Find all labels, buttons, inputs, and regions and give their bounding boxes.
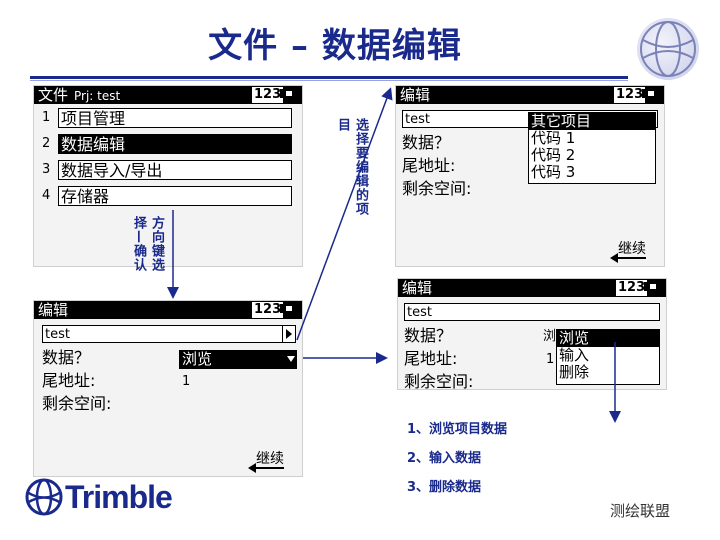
annotation-direction-keys: 方向键选	[149, 216, 164, 272]
annotation-confirm: 择—确认	[131, 216, 146, 272]
note-browse: 1、浏览项目数据	[407, 422, 508, 437]
note-input: 2、输入数据	[407, 451, 482, 466]
annotation-select-item: 选择要编辑的项	[353, 118, 368, 216]
trimble-logo-text: Trimble	[65, 479, 173, 515]
annotation-select-item-tail: 目	[335, 118, 350, 132]
watermark-text: 测绘联盟	[610, 502, 671, 520]
flow-arrows	[167, 87, 621, 423]
note-delete: 3、删除数据	[407, 480, 482, 495]
